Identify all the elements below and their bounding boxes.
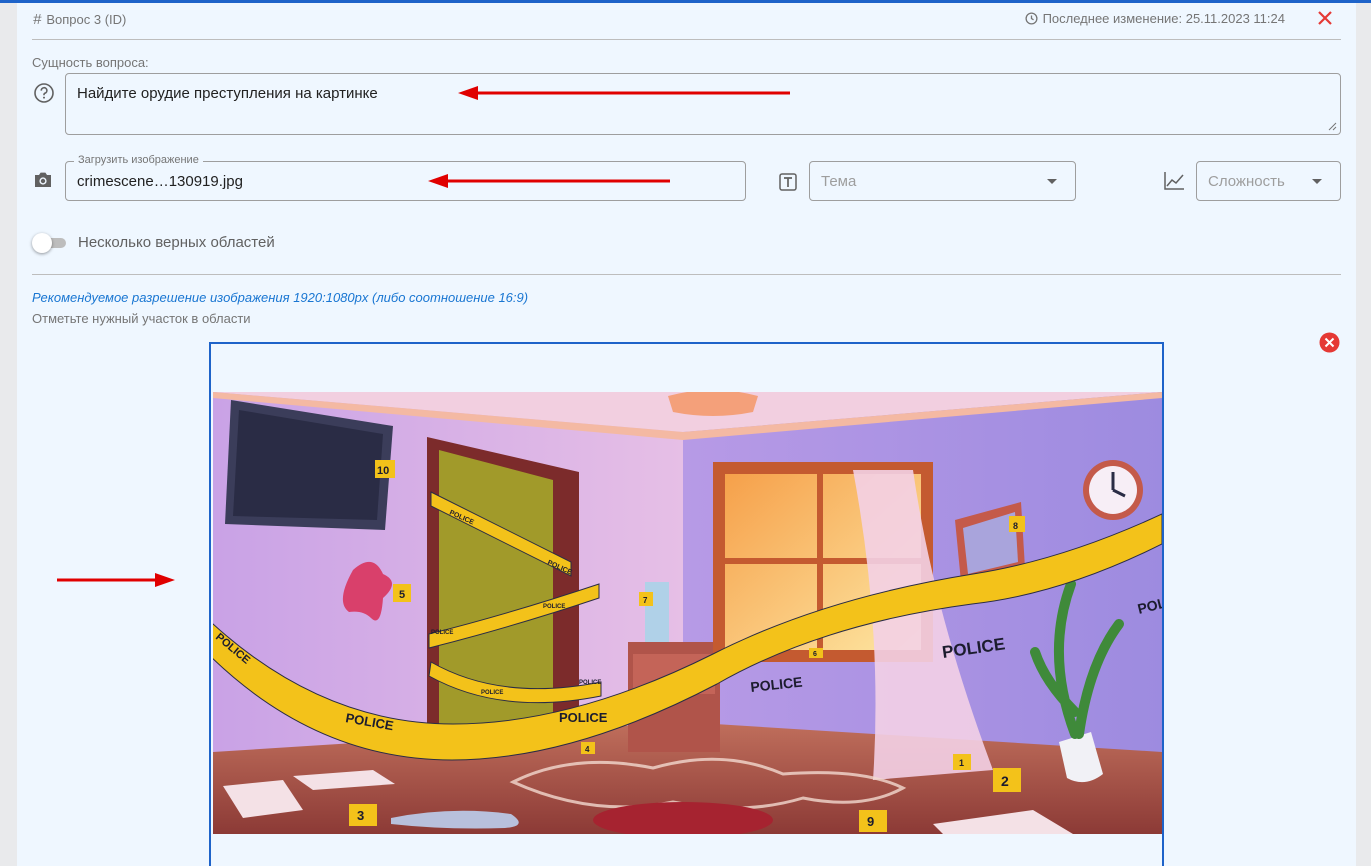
evidence-marker-1: 1 xyxy=(953,754,971,770)
svg-text:2: 2 xyxy=(1001,773,1009,789)
question-text: Найдите орудие преступления на картинке xyxy=(77,85,378,102)
question-label: Сущность вопроса: xyxy=(32,55,149,70)
evidence-marker-8: 8 xyxy=(1009,516,1025,532)
multi-areas-toggle[interactable] xyxy=(32,233,66,253)
question-id: # Вопрос 3 (ID) xyxy=(33,11,126,28)
divider xyxy=(32,274,1341,275)
question-id-label: Вопрос 3 (ID) xyxy=(46,12,127,27)
multi-areas-label: Несколько верных областей xyxy=(78,234,275,251)
divider xyxy=(32,39,1341,40)
help-circle-icon xyxy=(34,83,54,103)
tape-text: POLICE xyxy=(579,680,601,686)
tape-text: POLICE xyxy=(543,604,565,610)
svg-text:4: 4 xyxy=(585,745,590,754)
evidence-marker-7: 7 xyxy=(639,592,653,606)
chevron-down-icon xyxy=(1312,179,1322,184)
tape-text: POLICE xyxy=(481,690,503,696)
upload-legend: Загрузить изображение xyxy=(74,154,203,166)
evidence-marker-3: 3 xyxy=(349,804,377,826)
svg-text:3: 3 xyxy=(357,808,364,823)
topic-select[interactable]: Тема xyxy=(809,161,1076,201)
clock-icon xyxy=(1025,12,1038,25)
last-modified: Последнее изменение: 25.11.2023 11:24 xyxy=(1025,11,1285,26)
resolution-hint: Рекомендуемое разрешение изображения 192… xyxy=(32,290,529,305)
evidence-marker-2: 2 xyxy=(993,768,1021,792)
upload-filename: crimescene…130919.jpg xyxy=(77,173,243,190)
text-format-icon xyxy=(779,173,797,191)
svg-text:5: 5 xyxy=(399,589,405,601)
camera-icon xyxy=(35,172,51,187)
tape-text: POLICE xyxy=(431,630,453,636)
evidence-marker-6: 6 xyxy=(809,648,823,658)
topic-placeholder: Тема xyxy=(821,173,857,190)
hash-icon: # xyxy=(33,11,42,28)
crime-scene-image[interactable]: POLICE POLICE POLICE POLICE POLICE POLIC… xyxy=(213,392,1162,834)
evidence-marker-10: 10 xyxy=(375,460,395,478)
svg-text:9: 9 xyxy=(867,814,874,829)
svg-text:1: 1 xyxy=(959,758,964,768)
tape-text: POLICE xyxy=(559,710,608,725)
question-textarea[interactable]: Найдите орудие преступления на картинке xyxy=(65,73,1341,135)
svg-text:10: 10 xyxy=(377,465,389,477)
svg-text:7: 7 xyxy=(643,596,648,605)
last-modified-text: Последнее изменение: 25.11.2023 11:24 xyxy=(1042,11,1285,26)
evidence-marker-9: 9 xyxy=(859,810,887,832)
difficulty-placeholder: Сложность xyxy=(1208,173,1285,190)
svg-text:6: 6 xyxy=(813,651,817,658)
evidence-marker-5: 5 xyxy=(393,584,411,602)
remove-image-icon[interactable] xyxy=(1319,332,1340,353)
image-area-selector[interactable]: POLICE POLICE POLICE POLICE POLICE POLIC… xyxy=(209,342,1164,866)
chevron-down-icon xyxy=(1047,179,1057,184)
mark-area-hint: Отметьте нужный участок в области xyxy=(32,311,251,326)
question-card: # Вопрос 3 (ID) Последнее изменение: 25.… xyxy=(17,3,1356,866)
close-icon[interactable] xyxy=(1314,7,1336,29)
resize-handle-icon[interactable] xyxy=(1328,122,1337,131)
evidence-marker-4: 4 xyxy=(581,742,595,754)
upload-image-field[interactable]: Загрузить изображение crimescene…130919.… xyxy=(65,154,746,201)
difficulty-select[interactable]: Сложность xyxy=(1196,161,1341,201)
svg-text:8: 8 xyxy=(1013,521,1018,531)
chart-line-icon xyxy=(1164,172,1184,190)
